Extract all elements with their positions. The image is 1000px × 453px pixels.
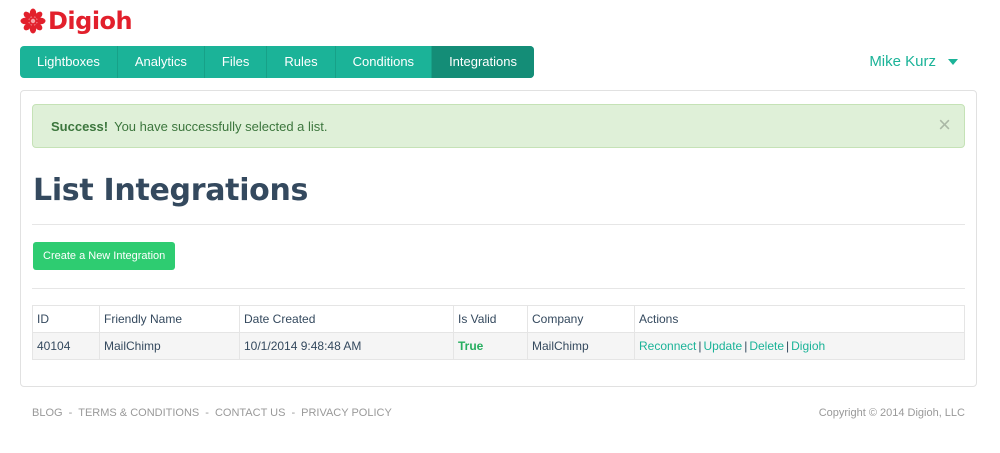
footer-link-contact[interactable]: CONTACT US	[215, 407, 286, 419]
footer-link-privacy[interactable]: PRIVACY POLICY	[301, 407, 392, 419]
brand-name: Digioh	[48, 7, 133, 35]
caret-down-icon	[948, 58, 958, 65]
reconnect-link[interactable]: Reconnect	[639, 339, 696, 353]
nav-item-files[interactable]: Files	[205, 46, 268, 78]
content-panel: Success! You have successfully selected …	[20, 90, 977, 387]
page-title: List Integrations	[33, 173, 309, 208]
cell-friendly-name: MailChimp	[99, 332, 240, 360]
digioh-flower-icon	[20, 8, 46, 34]
update-link[interactable]: Update	[704, 339, 743, 353]
column-header-id: ID	[32, 305, 100, 333]
nav-item-integrations[interactable]: Integrations	[432, 46, 534, 78]
cell-actions: Reconnect | Update | Delete | Digioh	[634, 332, 965, 360]
close-icon[interactable]: ×	[938, 114, 951, 136]
alert-title: Success!	[51, 118, 109, 134]
copyright-text: Copyright © 2014 Digioh, LLC	[818, 407, 965, 419]
success-alert: Success! You have successfully selected …	[32, 104, 965, 148]
footer-link-terms[interactable]: TERMS & CONDITIONS	[78, 407, 199, 419]
integrations-table: ID Friendly Name Date Created Is Valid C…	[32, 305, 965, 360]
cell-is-valid: True	[453, 332, 528, 360]
nav-item-lightboxes[interactable]: Lightboxes	[20, 46, 118, 78]
digioh-link[interactable]: Digioh	[791, 339, 825, 353]
divider	[32, 288, 965, 289]
nav-item-rules[interactable]: Rules	[267, 46, 336, 78]
column-header-actions: Actions	[634, 305, 965, 333]
footer-links: BLOG - TERMS & CONDITIONS - CONTACT US -…	[32, 407, 392, 419]
column-header-company: Company	[527, 305, 635, 333]
divider	[32, 224, 965, 225]
table-row: 40104 MailChimp 10/1/2014 9:48:48 AM Tru…	[32, 332, 965, 360]
delete-link[interactable]: Delete	[749, 339, 784, 353]
cell-id: 40104	[32, 332, 100, 360]
column-header-date-created: Date Created	[239, 305, 454, 333]
footer-link-blog[interactable]: BLOG	[32, 407, 63, 419]
user-name: Mike Kurz	[869, 53, 936, 70]
nav-item-conditions[interactable]: Conditions	[336, 46, 433, 78]
cell-company: MailChimp	[527, 332, 635, 360]
main-nav: Lightboxes Analytics Files Rules Conditi…	[20, 46, 534, 78]
column-header-friendly-name: Friendly Name	[99, 305, 240, 333]
brand-logo[interactable]: Digioh	[20, 6, 133, 36]
cell-date-created: 10/1/2014 9:48:48 AM	[239, 332, 454, 360]
nav-item-analytics[interactable]: Analytics	[118, 46, 205, 78]
alert-message: You have successfully selected a list.	[114, 118, 328, 134]
user-menu[interactable]: Mike Kurz	[869, 53, 958, 70]
column-header-is-valid: Is Valid	[453, 305, 528, 333]
table-header-row: ID Friendly Name Date Created Is Valid C…	[32, 305, 965, 333]
create-integration-button[interactable]: Create a New Integration	[33, 242, 176, 270]
